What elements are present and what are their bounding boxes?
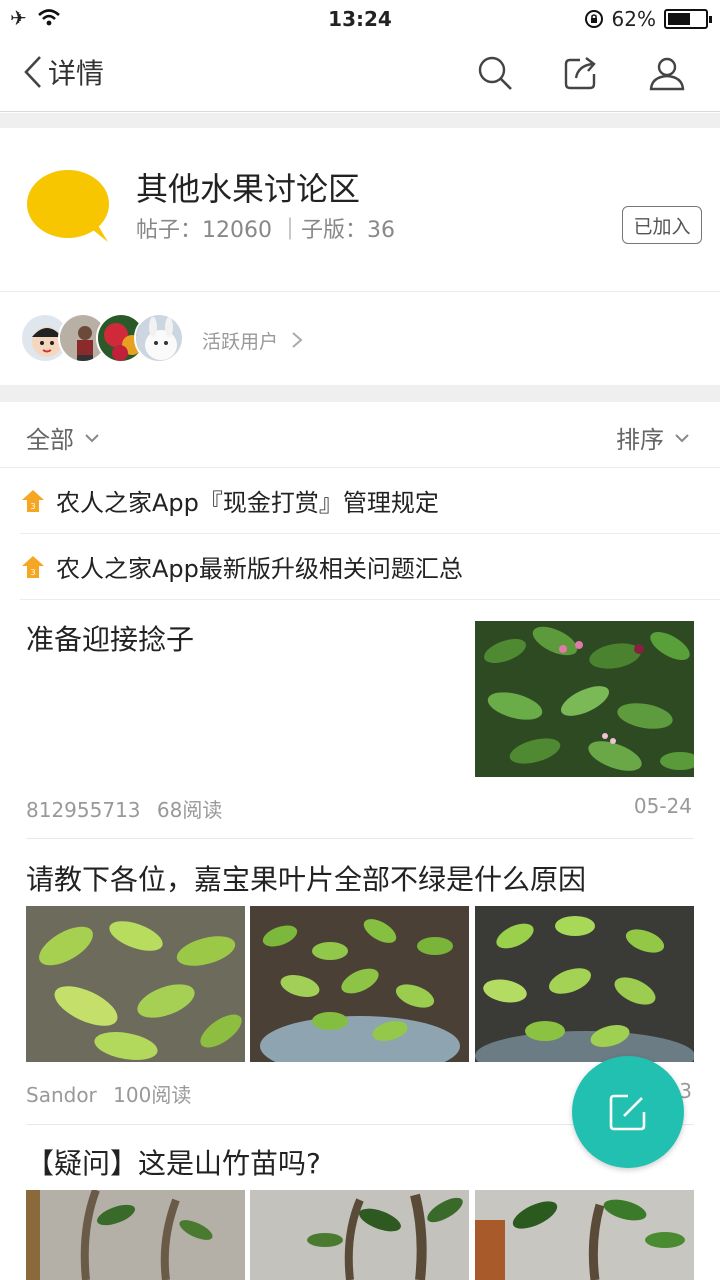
- post-title[interactable]: 准备迎接捻子: [26, 618, 194, 658]
- pinned-post-title: 农人之家App最新版升级相关问题汇总: [56, 555, 463, 583]
- chevron-left-icon: [24, 56, 41, 88]
- share-icon[interactable]: [562, 54, 600, 92]
- forum-stats: 帖子：12060 ｜子版：36: [136, 218, 395, 243]
- post-image[interactable]: [26, 1190, 245, 1280]
- pinned-post[interactable]: 3 农人之家App最新版升级相关问题汇总: [20, 534, 720, 600]
- post-meta: Sandor 100阅读: [26, 1079, 191, 1108]
- pinned-post[interactable]: 3 农人之家App『现金打赏』管理规定: [20, 468, 720, 534]
- post-meta: 812955713 68阅读: [26, 794, 222, 823]
- pinned-top-icon: 3: [22, 489, 44, 512]
- nav-actions: [476, 54, 686, 92]
- post-title[interactable]: 【疑问】这是山竹苗吗?: [26, 1142, 321, 1182]
- category-filter[interactable]: 全部: [26, 420, 100, 455]
- post-divider: [26, 838, 694, 839]
- back-button[interactable]: 详情: [22, 52, 104, 92]
- sort-filter[interactable]: 排序: [616, 420, 690, 455]
- battery-fill: [668, 13, 691, 25]
- post-image[interactable]: [26, 906, 245, 1062]
- forum-title: 其他水果讨论区: [136, 170, 361, 208]
- post-image[interactable]: [250, 1190, 469, 1280]
- section-gap: [0, 385, 720, 402]
- svg-text:3: 3: [30, 502, 35, 511]
- post-date: 05-24: [633, 794, 692, 818]
- post-read-count: 100阅读: [113, 1083, 192, 1107]
- active-users-text: 活跃用户: [202, 331, 279, 353]
- compose-button[interactable]: [572, 1056, 684, 1168]
- sort-filter-label: 排序: [616, 426, 664, 454]
- pinned-post-title: 农人之家App『现金打赏』管理规定: [56, 489, 439, 517]
- filter-bar: 全部 排序: [0, 402, 720, 468]
- post-image[interactable]: [475, 621, 694, 777]
- nav-bar: 详情: [0, 38, 720, 112]
- chat-bubble-icon: [27, 170, 109, 242]
- post-read-count: 68阅读: [156, 798, 223, 822]
- forum-header: 其他水果讨论区 帖子：12060 ｜子版：36 已加入: [0, 128, 720, 292]
- battery-icon: [664, 9, 712, 29]
- back-label: 详情: [48, 57, 105, 90]
- chevron-down-icon: [85, 433, 99, 442]
- post-title[interactable]: 请教下各位，嘉宝果叶片全部不绿是什么原因: [26, 858, 586, 898]
- edit-icon: [609, 1094, 646, 1131]
- section-gap: [0, 113, 720, 128]
- pinned-top-icon: 3: [22, 555, 44, 578]
- svg-text:3: 3: [30, 568, 35, 577]
- chevron-right-icon: [292, 332, 303, 348]
- post-image[interactable]: [475, 906, 694, 1062]
- post-image[interactable]: [250, 906, 469, 1062]
- search-icon[interactable]: [476, 54, 514, 92]
- category-filter-label: 全部: [26, 426, 74, 454]
- avatar[interactable]: [134, 313, 184, 363]
- status-right: 62%: [584, 7, 712, 31]
- active-users-label: 活跃用户: [202, 327, 304, 354]
- post-image[interactable]: [475, 1190, 694, 1280]
- joined-button[interactable]: 已加入: [622, 206, 702, 244]
- avatar-group: [20, 313, 184, 363]
- rotation-lock-icon: [584, 10, 603, 28]
- user-icon[interactable]: [648, 54, 686, 92]
- status-bar: ✈ 13:24 62%: [0, 0, 720, 38]
- post-author[interactable]: Sandor: [26, 1083, 97, 1107]
- battery-percent: 62%: [611, 7, 656, 31]
- chevron-down-icon: [675, 433, 689, 442]
- post-author[interactable]: 812955713: [26, 798, 141, 822]
- active-users-row[interactable]: 活跃用户: [0, 293, 720, 385]
